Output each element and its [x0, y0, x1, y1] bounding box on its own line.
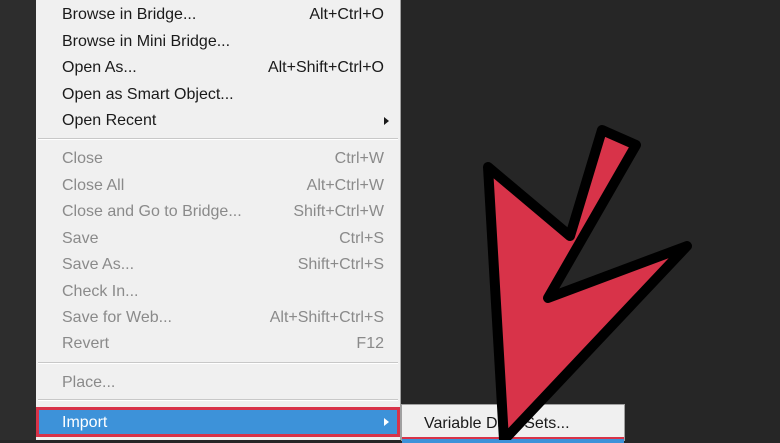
menu-item-label: Save [62, 230, 99, 247]
menu-separator [38, 399, 398, 401]
menu-item-open-as[interactable]: Open As... Alt+Shift+Ctrl+O [36, 55, 400, 81]
submenu-arrow-icon [384, 418, 389, 426]
menu-item-label: Close All [62, 177, 125, 194]
menu-item-label: Browse in Bridge... [62, 6, 197, 23]
menu-item-shortcut: Shift+Ctrl+W [293, 203, 384, 220]
menu-item-save-for-web[interactable]: Save for Web... Alt+Shift+Ctrl+S [36, 305, 400, 331]
menu-item-close-and-go-to-bridge[interactable]: Close and Go to Bridge... Shift+Ctrl+W [36, 199, 400, 225]
menu-separator [38, 138, 398, 140]
menu-item-shortcut: Shift+Ctrl+S [297, 256, 384, 273]
file-menu: Browse in Bridge... Alt+Ctrl+O Browse in… [36, 0, 401, 440]
menu-item-check-in[interactable]: Check In... [36, 279, 400, 305]
menu-item-browse-in-mini-bridge[interactable]: Browse in Mini Bridge... [36, 29, 400, 55]
menu-item-open-as-smart-object[interactable]: Open as Smart Object... [36, 82, 400, 108]
menu-item-browse-in-bridge[interactable]: Browse in Bridge... Alt+Ctrl+O [36, 2, 400, 28]
menu-item-label: Close and Go to Bridge... [62, 203, 242, 220]
menu-item-shortcut: Ctrl+W [334, 150, 384, 167]
menu-item-shortcut: Alt+Shift+Ctrl+O [267, 59, 384, 76]
menu-item-shortcut: Alt+Ctrl+O [309, 6, 384, 23]
menu-item-open-recent[interactable]: Open Recent [36, 108, 400, 134]
menu-item-shortcut: Alt+Ctrl+W [306, 177, 384, 194]
submenu-item-label: Variable Data Sets... [424, 415, 570, 432]
menu-item-label: Place... [62, 374, 116, 391]
menu-item-label: Open as Smart Object... [62, 86, 234, 103]
menu-item-label: Check In... [62, 283, 139, 300]
menu-item-save-as[interactable]: Save As... Shift+Ctrl+S [36, 252, 400, 278]
menu-item-label: Close [62, 150, 103, 167]
submenu-item-highlighted[interactable] [402, 437, 624, 443]
submenu-item-variable-data-sets[interactable]: Variable Data Sets... [402, 411, 624, 437]
submenu-arrow-icon [384, 117, 389, 125]
menu-item-label: Save As... [62, 256, 135, 273]
import-submenu: Variable Data Sets... [401, 404, 625, 443]
menu-item-save[interactable]: Save Ctrl+S [36, 226, 400, 252]
menu-item-shortcut: F12 [356, 335, 384, 352]
menu-item-shortcut: Ctrl+S [339, 230, 384, 247]
menu-item-label: Open As... [62, 59, 137, 76]
menu-item-close[interactable]: Close Ctrl+W [36, 146, 400, 172]
menu-item-place[interactable]: Place... [36, 370, 400, 396]
app-left-strip [0, 0, 36, 440]
menu-item-shortcut: Alt+Shift+Ctrl+S [269, 309, 384, 326]
menu-item-label: Save for Web... [62, 309, 172, 326]
menu-separator [38, 362, 398, 364]
menu-item-import[interactable]: Import [36, 407, 400, 437]
menu-item-revert[interactable]: Revert F12 [36, 331, 400, 357]
menu-item-label: Revert [62, 335, 110, 352]
menu-item-label: Open Recent [62, 112, 157, 129]
menu-item-label: Import [62, 414, 108, 431]
menu-item-label: Browse in Mini Bridge... [62, 33, 231, 50]
menu-item-close-all[interactable]: Close All Alt+Ctrl+W [36, 173, 400, 199]
